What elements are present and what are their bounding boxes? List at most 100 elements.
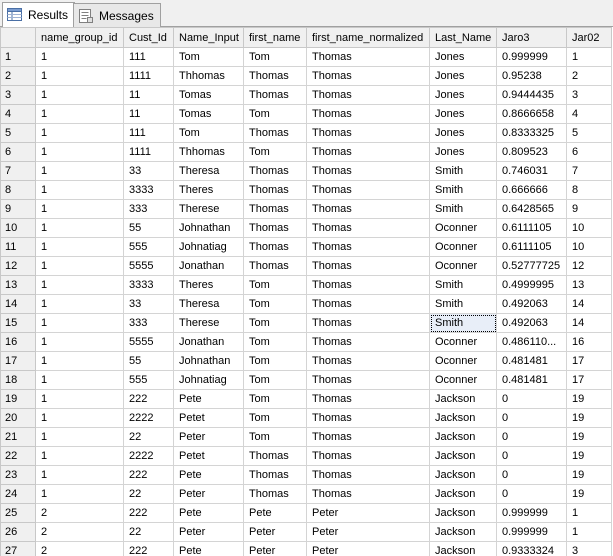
cell-last-name[interactable]: Oconner [429,351,497,371]
cell-last-name[interactable]: Jackson [429,389,497,409]
cell-first-name-normalized[interactable]: Thomas [306,218,430,238]
cell-jar02[interactable]: 3 [566,85,612,105]
cell-cust-id[interactable]: 33 [123,294,174,314]
cell-name-input[interactable]: Theresa [173,161,244,181]
cell-jaro3[interactable]: 0 [496,446,567,466]
table-row[interactable]: 2 1 1111 Thhomas Thomas Thomas Jones 0.95238 2 [0,66,612,86]
cell-jaro3[interactable]: 0 [496,389,567,409]
cell-first-name-normalized[interactable]: Thomas [306,180,430,200]
cell-first-name[interactable]: Tom [243,294,307,314]
cell-name-group-id[interactable]: 1 [35,142,124,162]
cell-last-name[interactable]: Jackson [429,427,497,447]
cell-cust-id[interactable]: 333 [123,199,174,219]
cell-jar02[interactable]: 16 [566,332,612,352]
cell-last-name[interactable]: Oconner [429,370,497,390]
cell-name-group-id[interactable]: 1 [35,465,124,485]
cell-jar02[interactable]: 14 [566,294,612,314]
cell-jar02[interactable]: 1 [566,47,612,67]
table-row[interactable]: 16 1 5555 Jonathan Tom Thomas Oconner 0.486110.… [0,332,612,352]
table-row[interactable]: 9 1 333 Therese Thomas Thomas Smith 0.6428565 9 [0,199,612,219]
column-header-last-name[interactable]: Last_Name [429,27,497,48]
cell-jaro3[interactable]: 0.6111105 [496,237,567,257]
cell-jaro3[interactable]: 0 [496,465,567,485]
cell-jaro3[interactable]: 0.9333324 [496,541,567,556]
cell-jaro3[interactable]: 0.6111105 [496,218,567,238]
cell-cust-id[interactable]: 3333 [123,180,174,200]
cell-jar02[interactable]: 19 [566,465,612,485]
row-number[interactable]: 6 [0,142,36,162]
cell-jaro3[interactable]: 0.481481 [496,370,567,390]
cell-name-group-id[interactable]: 1 [35,275,124,295]
cell-cust-id[interactable]: 1111 [123,66,174,86]
cell-jar02[interactable]: 7 [566,161,612,181]
cell-jar02[interactable]: 3 [566,541,612,556]
cell-cust-id[interactable]: 3333 [123,275,174,295]
cell-jaro3[interactable]: 0 [496,408,567,428]
cell-name-group-id[interactable]: 2 [35,503,124,523]
cell-name-group-id[interactable]: 2 [35,522,124,542]
cell-first-name-normalized[interactable]: Thomas [306,85,430,105]
table-row[interactable]: 26 2 22 Peter Peter Peter Jackson 0.999999 1 [0,522,612,542]
cell-first-name-normalized[interactable]: Thomas [306,294,430,314]
row-number[interactable]: 1 [0,47,36,67]
cell-name-input[interactable]: Peter [173,484,244,504]
cell-first-name-normalized[interactable]: Thomas [306,332,430,352]
row-number[interactable]: 8 [0,180,36,200]
cell-first-name[interactable]: Tom [243,313,307,333]
cell-last-name[interactable]: Smith [429,199,497,219]
cell-jar02[interactable]: 19 [566,389,612,409]
cell-name-input[interactable]: Theres [173,180,244,200]
cell-last-name[interactable]: Jackson [429,446,497,466]
cell-jar02[interactable]: 4 [566,104,612,124]
cell-cust-id[interactable]: 333 [123,313,174,333]
row-number[interactable]: 26 [0,522,36,542]
cell-jar02[interactable]: 13 [566,275,612,295]
cell-jar02[interactable]: 10 [566,237,612,257]
cell-jaro3[interactable]: 0.999999 [496,522,567,542]
cell-jaro3[interactable]: 0.746031 [496,161,567,181]
cell-first-name-normalized[interactable]: Peter [306,541,430,556]
row-number[interactable]: 5 [0,123,36,143]
cell-last-name[interactable]: Smith [429,180,497,200]
cell-first-name-normalized[interactable]: Thomas [306,427,430,447]
cell-first-name-normalized[interactable]: Thomas [306,465,430,485]
table-row[interactable]: 14 1 33 Theresa Tom Thomas Smith 0.492063 14 [0,294,612,314]
cell-jar02[interactable]: 1 [566,522,612,542]
table-row[interactable]: 25 2 222 Pete Pete Peter Jackson 0.999999 1 [0,503,612,523]
cell-cust-id[interactable]: 222 [123,465,174,485]
row-number[interactable]: 20 [0,408,36,428]
cell-name-group-id[interactable]: 1 [35,199,124,219]
column-header-jar02[interactable]: Jar02 [566,27,612,48]
cell-name-input[interactable]: Peter [173,427,244,447]
cell-jaro3[interactable]: 0.6428565 [496,199,567,219]
cell-name-input[interactable]: Thhomas [173,66,244,86]
cell-last-name[interactable]: Smith [429,161,497,181]
cell-cust-id[interactable]: 2222 [123,408,174,428]
cell-name-input[interactable]: Thhomas [173,142,244,162]
cell-cust-id[interactable]: 1111 [123,142,174,162]
cell-last-name[interactable]: Smith [429,313,497,333]
cell-jar02[interactable]: 6 [566,142,612,162]
cell-name-input[interactable]: Johnathan [173,218,244,238]
cell-first-name[interactable]: Tom [243,427,307,447]
cell-first-name-normalized[interactable]: Thomas [306,237,430,257]
cell-first-name[interactable]: Thomas [243,85,307,105]
cell-jaro3[interactable]: 0.8666658 [496,104,567,124]
cell-cust-id[interactable]: 33 [123,161,174,181]
cell-jaro3[interactable]: 0.4999995 [496,275,567,295]
row-number-header[interactable] [0,27,36,48]
cell-last-name[interactable]: Jones [429,123,497,143]
cell-last-name[interactable]: Smith [429,294,497,314]
cell-name-input[interactable]: Pete [173,503,244,523]
cell-first-name[interactable]: Thomas [243,123,307,143]
cell-jaro3[interactable]: 0.486110... [496,332,567,352]
cell-cust-id[interactable]: 22 [123,427,174,447]
table-row[interactable]: 10 1 55 Johnathan Thomas Thomas Oconner 0.61111… [0,218,612,238]
table-row[interactable]: 11 1 555 Johnatiag Thomas Thomas Oconner 0.6111… [0,237,612,257]
cell-name-input[interactable]: Therese [173,313,244,333]
cell-name-group-id[interactable]: 1 [35,180,124,200]
table-row[interactable]: 17 1 55 Johnathan Tom Thomas Oconner 0.481481 17 [0,351,612,371]
cell-last-name[interactable]: Jones [429,85,497,105]
cell-name-group-id[interactable]: 1 [35,408,124,428]
column-header-name-group-id[interactable]: name_group_id [35,27,124,48]
